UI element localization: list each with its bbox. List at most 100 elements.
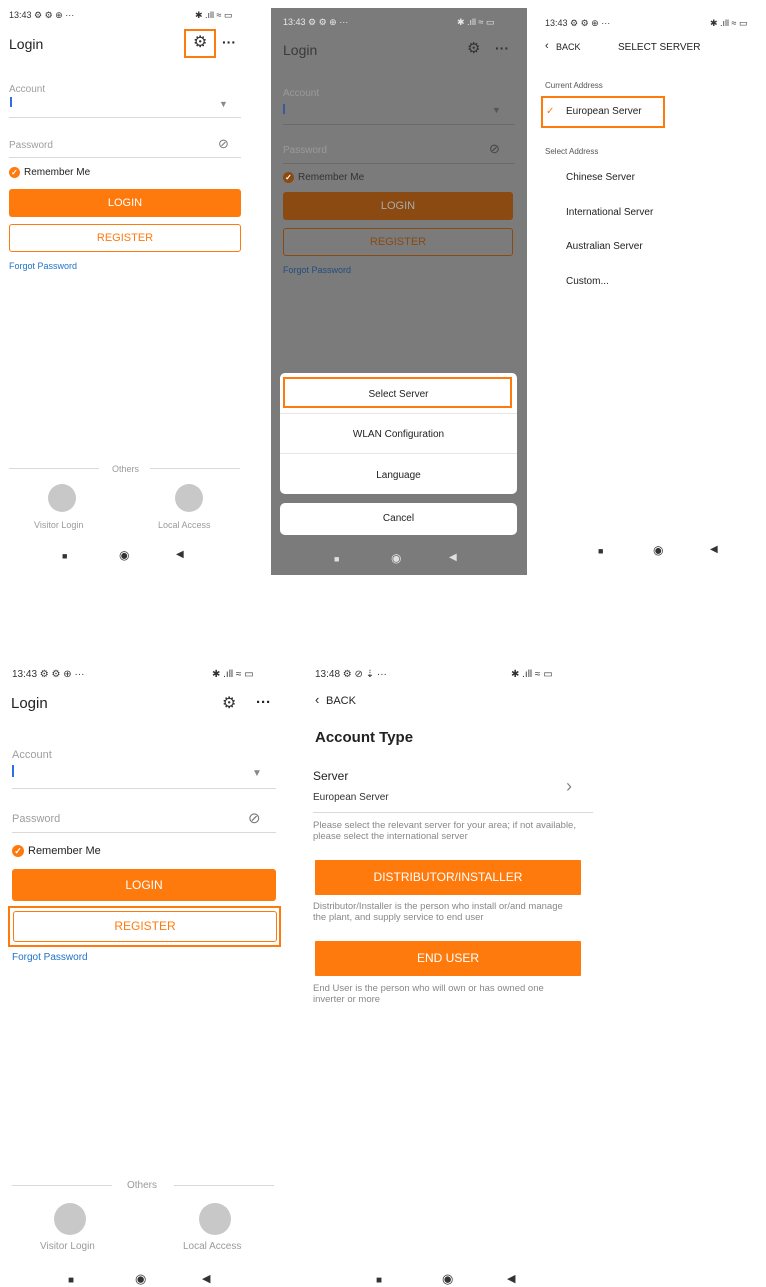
divider [280,453,517,454]
nav-home-icon[interactable]: ◉ [119,548,129,562]
forgot-password-link[interactable]: Forgot Password [9,261,77,271]
remember-label: Remember Me [24,167,91,178]
nav-square-icon[interactable]: ■ [68,1275,74,1286]
divider [12,788,276,789]
screen-select-server: 13:43 ⚙ ⚙ ⊕ ··· ✱ .ıll ≈ ▭ ‹ BACK SELECT… [536,0,766,578]
forgot-password-link: Forgot Password [283,265,352,275]
eye-off-icon[interactable]: ⊘ [218,136,229,152]
register-button[interactable]: REGISTER [9,224,241,252]
server-hint: Please select the relevant server for yo… [313,820,576,842]
status-icons: ✱ .ıll ≈ ▭ [212,669,254,680]
register-highlight [8,906,281,947]
login-button[interactable]: LOGIN [9,189,241,217]
nav-square-icon: ■ [334,554,340,564]
login-button[interactable]: LOGIN [12,869,276,901]
page-title: Login [9,36,44,52]
server-option-australian[interactable]: Australian Server [566,241,643,252]
local-access-label[interactable]: Local Access [183,1241,241,1252]
password-label: Password [283,145,327,156]
divider [9,157,241,158]
others-label: Others [112,464,140,474]
wlan-configuration-option[interactable]: WLAN Configuration [280,423,517,447]
divider [9,468,99,469]
server-value: European Server [313,792,389,803]
server-option-custom[interactable]: Custom... [566,276,609,287]
status-time: 13:43 ⚙ ⚙ ⊕ ··· [545,18,611,28]
nav-home-icon[interactable]: ◉ [653,543,663,557]
remember-checkbox[interactable]: ✓ [9,167,20,178]
divider [9,117,241,118]
server-option-international[interactable]: International Server [566,207,653,218]
divider [280,413,517,414]
screen-login-1: 13:43 ⚙ ⚙ ⊕ ··· ✱ .ıll ≈ ▭ Login ⚙ ··· A… [0,0,262,578]
divider [283,124,515,125]
language-option[interactable]: Language [280,464,517,488]
more-menu-icon[interactable]: ··· [256,694,271,711]
page-title: SELECT SERVER [618,42,701,53]
remember-label: Remember Me [28,845,101,857]
status-time: 13:43 ⚙ ⚙ ⊕ ··· [12,669,85,680]
footprint-icon[interactable] [48,484,76,512]
end-user-button[interactable]: END USER [315,941,581,976]
current-server-highlight [541,96,665,128]
chevron-down-icon[interactable]: ▼ [252,768,262,779]
page-title: Login [283,42,318,58]
select-server-highlight [283,377,512,408]
divider [174,1185,274,1186]
nav-back-icon[interactable]: ◀ [507,1272,515,1285]
gear-highlight [184,29,216,58]
status-time: 13:43 ⚙ ⚙ ⊕ ··· [9,10,75,20]
visitor-login-label[interactable]: Visitor Login [34,520,83,530]
status-icons: ✱ .ıll ≈ ▭ [511,669,553,680]
status-icons: ✱ .ıll ≈ ▭ [195,10,233,20]
server-option-chinese[interactable]: Chinese Server [566,172,635,183]
nav-square-icon[interactable]: ■ [62,551,67,561]
cancel-label: Cancel [382,513,415,524]
divider [12,832,276,833]
chevron-down-icon[interactable]: ▼ [219,99,228,109]
account-input[interactable] [10,97,12,107]
back-button[interactable]: BACK [326,695,356,707]
remember-checkbox[interactable]: ✓ [12,845,24,857]
back-chevron-icon[interactable]: ‹ [315,692,319,707]
chevron-down-icon: ▼ [492,105,501,115]
local-access-label[interactable]: Local Access [158,520,211,530]
page-title: Account Type [315,729,414,746]
screen-account-type: 13:48 ⚙ ⊘ ⇣ ··· ✱ .ıll ≈ ▭ ‹ BACK Accoun… [303,655,593,1287]
account-input[interactable] [12,765,14,777]
more-menu-icon[interactable]: ··· [222,34,236,50]
visitor-login-label[interactable]: Visitor Login [40,1241,95,1252]
gear-icon[interactable]: ⚙ [222,693,236,713]
nav-square-icon[interactable]: ■ [598,546,603,556]
back-chevron-icon[interactable]: ‹ [545,40,549,52]
divider [283,163,515,164]
account-label: Account [283,88,320,99]
nav-back-icon: ◀ [449,552,457,563]
nav-square-icon[interactable]: ■ [376,1275,382,1286]
current-address-label: Current Address [545,81,603,90]
account-label: Account [12,749,52,761]
eye-off-icon[interactable]: ⊘ [248,809,261,827]
nav-home-icon[interactable]: ◉ [135,1271,146,1287]
gear-icon: ⚙ [467,40,481,57]
nav-home-icon: ◉ [391,551,402,565]
page-title: Login [11,695,48,712]
remember-checkbox: ✓ [283,172,294,183]
forgot-password-link[interactable]: Forgot Password [12,952,88,963]
remember-label: Remember Me [298,172,365,183]
nav-back-icon[interactable]: ◀ [202,1272,210,1285]
screen-login-2: 13:43 ⚙ ⚙ ⊕ ··· ✱ .ıll ≈ ▭ Login ⚙ ··· A… [0,655,290,1287]
more-menu-icon: ··· [495,40,509,56]
divider [150,468,240,469]
local-device-icon[interactable] [175,484,203,512]
nav-back-icon[interactable]: ◀ [710,544,718,555]
footprint-icon[interactable] [54,1203,86,1235]
back-button[interactable]: BACK [556,42,581,52]
distributor-installer-button[interactable]: DISTRIBUTOR/INSTALLER [315,860,581,895]
nav-home-icon[interactable]: ◉ [442,1271,453,1287]
status-time: 13:43 ⚙ ⚙ ⊕ ··· [283,17,349,27]
chevron-right-icon[interactable]: › [566,776,572,797]
server-label: Server [313,769,349,783]
nav-back-icon[interactable]: ◀ [176,549,184,560]
local-device-icon[interactable] [199,1203,231,1235]
